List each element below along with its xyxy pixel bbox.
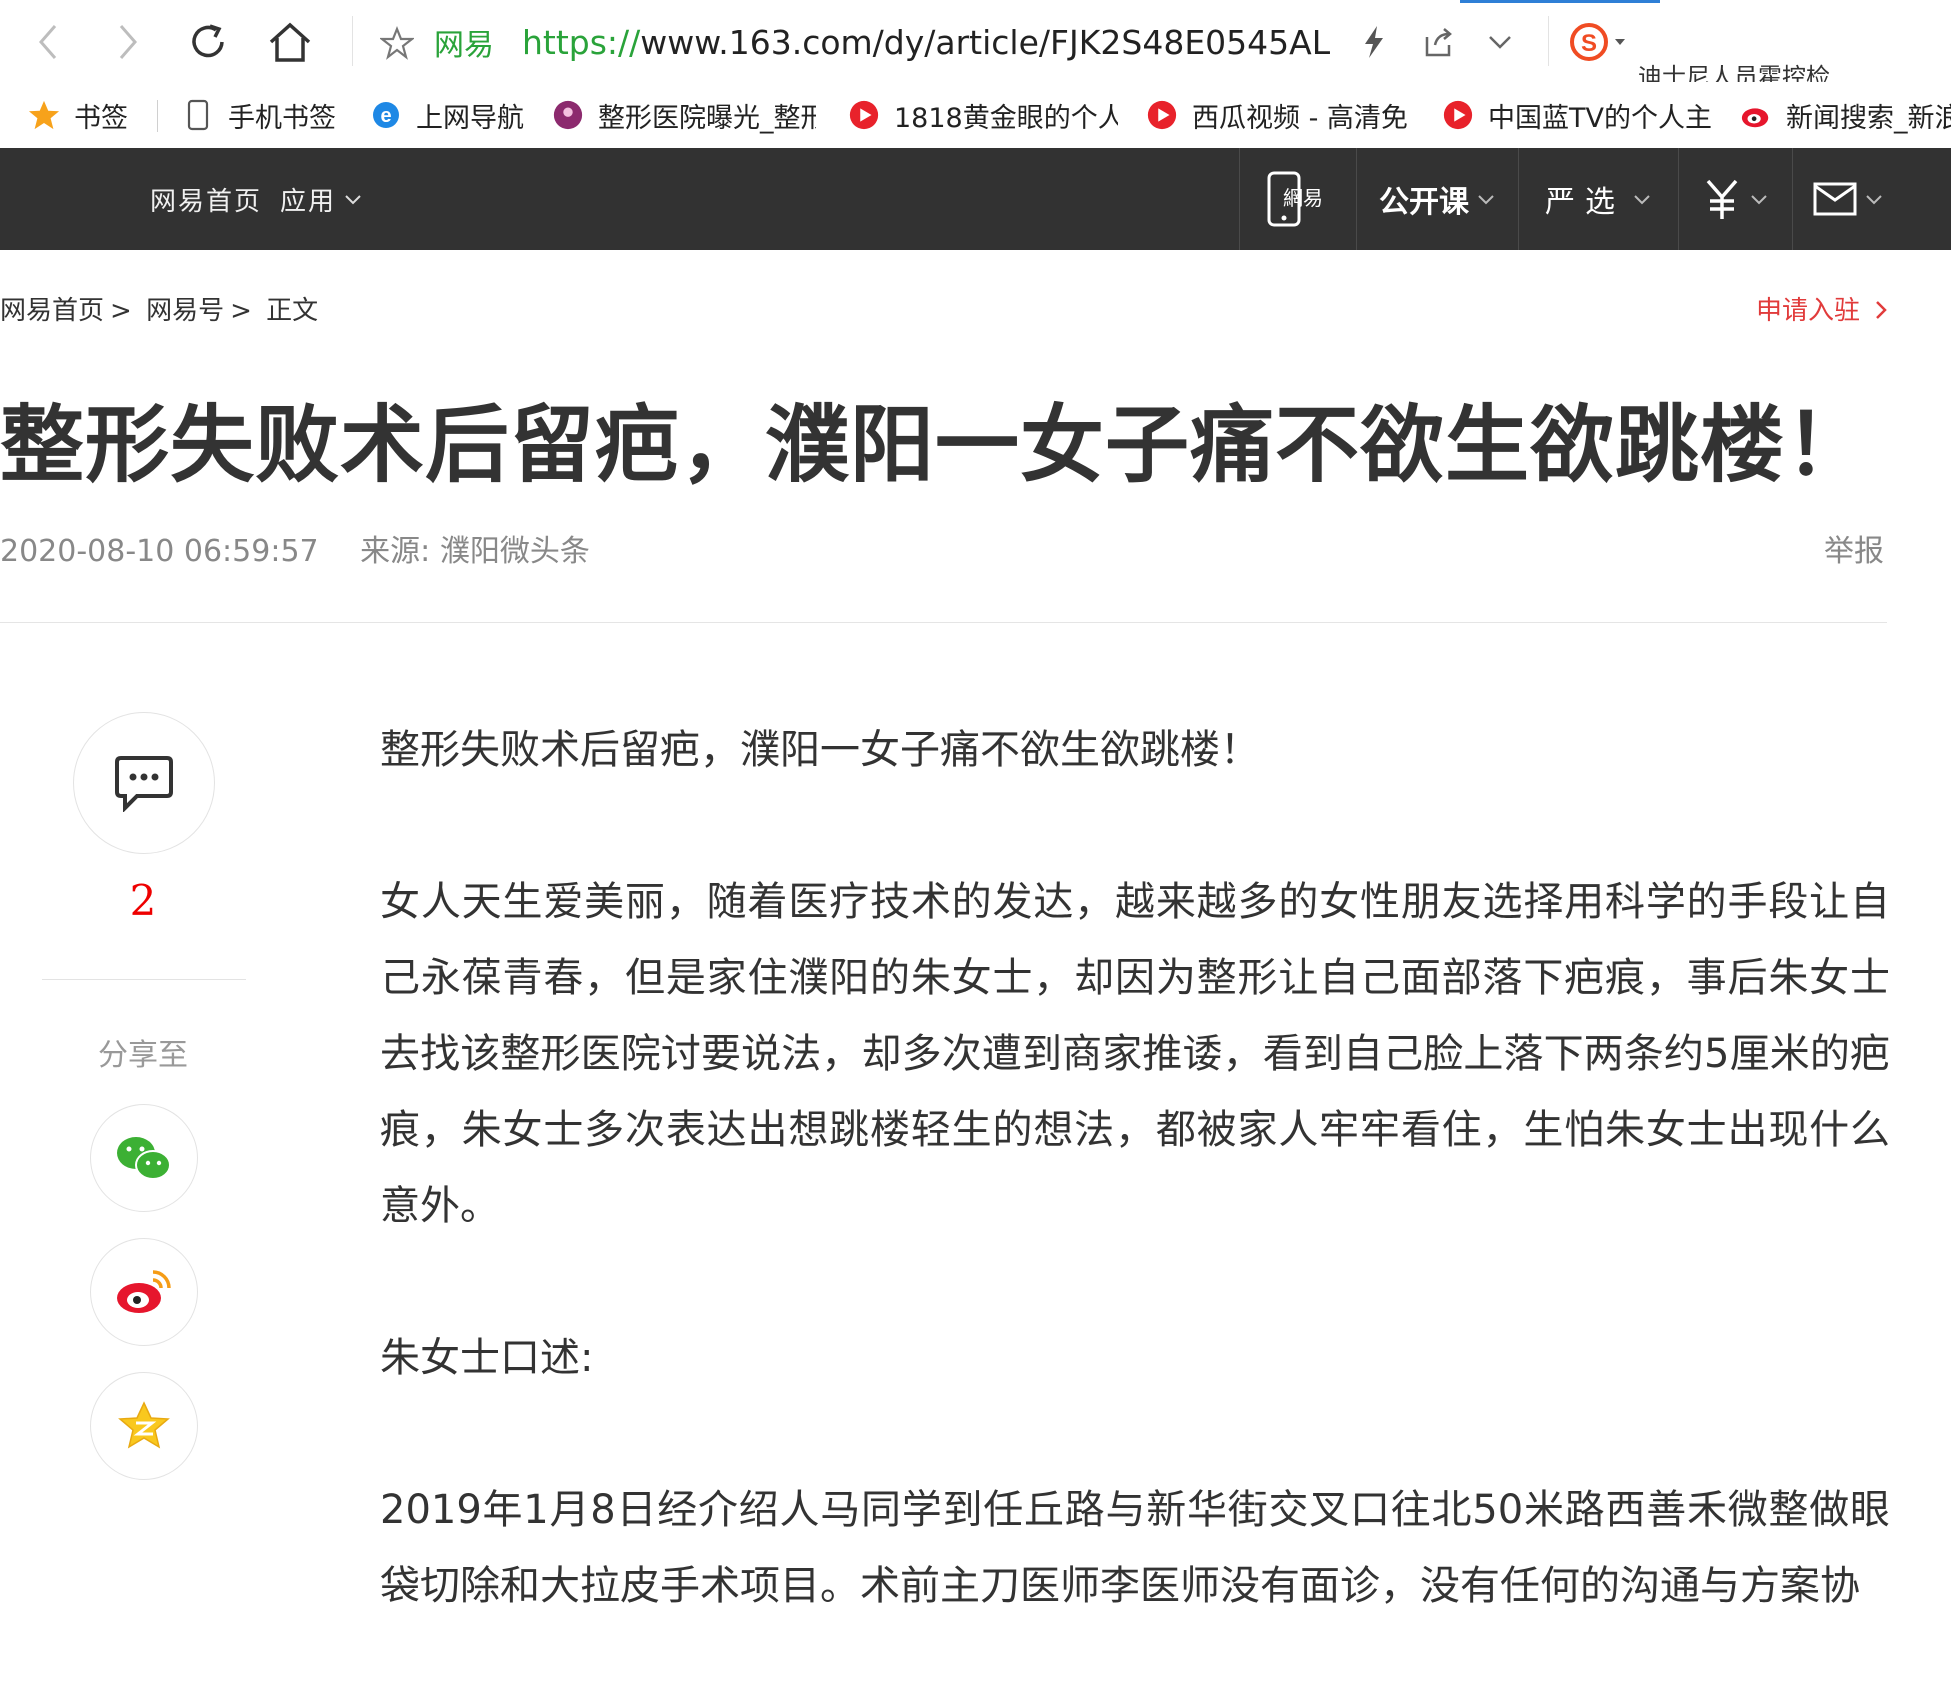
comment-count[interactable]: 2 (0, 876, 286, 925)
qzone-icon (118, 1401, 170, 1449)
nav-home-link[interactable]: 网易首页 (150, 148, 262, 250)
share-label: 分享至 (98, 1038, 188, 1073)
article-paragraph: 朱女士口述: (380, 1335, 594, 1381)
comment-icon (115, 756, 173, 812)
tab-indicator (1460, 0, 1660, 3)
phone-icon (182, 99, 214, 131)
red-play-icon (1442, 99, 1474, 131)
share-qzone-button[interactable] (90, 1372, 198, 1480)
weibo-icon (117, 1270, 171, 1313)
star-icon (28, 99, 60, 131)
side-divider (42, 979, 246, 980)
url-text[interactable]: https://www.163.com/dy/article/FJK2S48E0… (522, 23, 1330, 62)
ie-icon: e (370, 99, 402, 131)
article-datetime: 2020-08-10 06:59:57 (0, 534, 319, 569)
bookmarks-bar: 书签 手机书签 e 上网导航 整形医院曝光_整形 1818黄金眼的个人 西瓜视频… (0, 82, 1951, 149)
star-outline-icon[interactable] (380, 26, 414, 60)
nav-apps-menu[interactable]: 应用 (280, 148, 362, 250)
share-icon (1425, 28, 1452, 57)
refresh-button[interactable] (180, 14, 236, 70)
bookmark-item[interactable]: 中国蓝TV的个人主 (1442, 82, 1712, 148)
bookmark-item[interactable]: 1818黄金眼的个人 (848, 82, 1118, 148)
chevron-down-icon (1478, 195, 1494, 205)
chevron-down-icon (1634, 195, 1650, 205)
site-name: 网易 (434, 28, 494, 63)
chevron-right-icon (1876, 301, 1888, 319)
report-link[interactable]: 举报 (1824, 526, 1884, 570)
home-button[interactable] (262, 14, 318, 70)
refresh-icon (192, 24, 224, 58)
overflow-tab-text: 迪士尼人员霍控检 (1638, 63, 1830, 82)
bookmark-item[interactable]: 新闻搜索_新浪 (1740, 82, 1951, 148)
hospital-logo-icon (552, 99, 584, 131)
svg-text:網易: 網易 (1283, 186, 1323, 210)
article-title: 整形失败术后留疤，濮阳一女子痛不欲生欲跳楼！ (0, 396, 1871, 494)
nav-yanxuan-menu[interactable]: 严选 (1519, 148, 1677, 250)
mail-icon (1813, 182, 1857, 216)
header-divider (0, 622, 1887, 623)
breadcrumb-section-link[interactable]: 网易号 (146, 296, 224, 326)
chevron-down-icon (345, 195, 361, 205)
sogou-logo-icon: S (1570, 23, 1625, 61)
chevron-right-icon (119, 25, 137, 59)
bookmark-item[interactable]: e 上网导航 (370, 82, 524, 148)
nav-mail-menu[interactable] (1793, 148, 1903, 250)
chevron-down-icon (1866, 195, 1882, 205)
breadcrumb-home-link[interactable]: 网易首页 (0, 296, 104, 326)
article-paragraph: 整形失败术后留疤，濮阳一女子痛不欲生欲跳楼！ (380, 727, 1260, 773)
breadcrumb-current: 正文 (266, 296, 319, 326)
bookmark-item[interactable]: 整形医院曝光_整形 (552, 82, 816, 148)
share-page-button[interactable] (1410, 14, 1466, 70)
chevron-left-icon (39, 25, 57, 59)
apply-join-link[interactable]: 申请入驻 (1756, 290, 1888, 327)
bookmark-item[interactable]: 书签 (28, 82, 128, 148)
home-icon (269, 22, 311, 62)
svg-text:S: S (1581, 30, 1597, 57)
weibo-icon (1740, 99, 1772, 131)
comment-button[interactable] (73, 712, 215, 854)
svg-text:e: e (380, 105, 391, 127)
article-paragraph: 女人天生爱美丽，随着医疗技术的发达，越来越多的女性朋友选择用科学的手段让自己永葆… (380, 879, 1890, 1229)
red-play-icon (848, 99, 880, 131)
breadcrumb: 网易首页 > 网易号 > 正文 (0, 296, 319, 326)
nav-finance-menu[interactable] (1679, 148, 1791, 250)
article-source[interactable]: 来源: 濮阳微头条 (360, 534, 590, 569)
wechat-icon (117, 1137, 171, 1180)
bookmark-item[interactable]: 西瓜视频 - 高清免 (1146, 82, 1408, 148)
mobile-netease-icon: 網易 (1267, 171, 1323, 227)
forward-button[interactable] (100, 14, 156, 70)
speed-mode-button[interactable] (1346, 14, 1402, 70)
address-dropdown[interactable] (1472, 14, 1528, 70)
yuan-icon (1706, 179, 1738, 219)
site-nav: 网易首页 应用 網易 公开课 严选 (0, 148, 1951, 250)
lightning-icon (1365, 26, 1383, 58)
share-weibo-button[interactable] (90, 1238, 198, 1346)
red-play-icon (1146, 99, 1178, 131)
back-button[interactable] (20, 14, 76, 70)
bookmark-item[interactable]: 手机书签 (182, 82, 336, 148)
article-paragraph: 2019年1月8日经介绍人马同学到任丘路与新华街交叉口往北50米路西善禾微整做眼… (380, 1487, 1890, 1609)
browser-toolbar: 网易 https://www.163.com/dy/article/FJK2S4… (0, 0, 1951, 82)
chevron-down-icon (1489, 36, 1511, 49)
nav-open-course-menu[interactable]: 公开课 (1357, 148, 1517, 250)
article-body: 整形失败术后留疤，濮阳一女子痛不欲生欲跳楼！ 女人天生爱美丽，随着医疗技术的发达… (380, 712, 1890, 1700)
address-bar[interactable]: 网易 https://www.163.com/dy/article/FJK2S4… (370, 14, 1330, 70)
search-engine-button[interactable]: S (1560, 14, 1640, 70)
article-meta: 2020-08-10 06:59:57 来源: 濮阳微头条 (0, 526, 590, 570)
share-wechat-button[interactable] (90, 1104, 198, 1212)
nav-mobile-button[interactable]: 網易 (1240, 148, 1356, 250)
chevron-down-icon (1751, 195, 1767, 205)
